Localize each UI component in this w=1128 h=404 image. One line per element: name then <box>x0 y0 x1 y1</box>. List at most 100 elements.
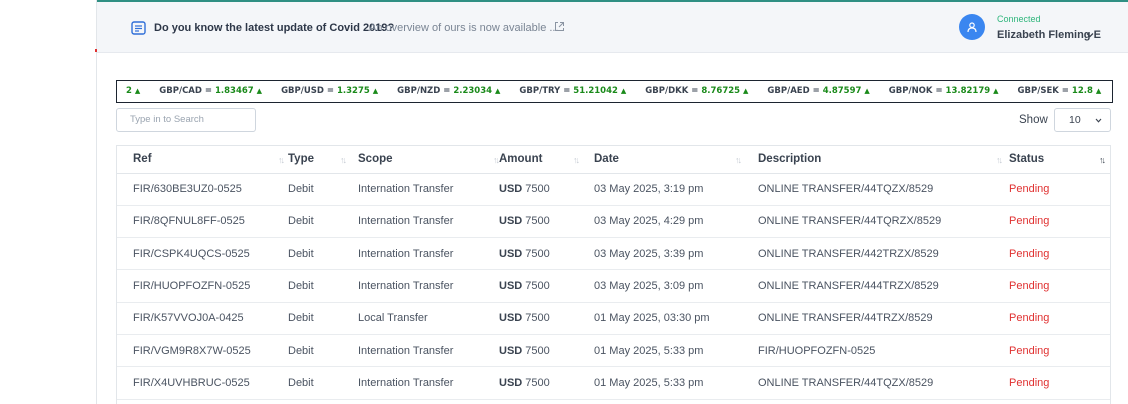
status-badge: Pending <box>1005 205 1110 239</box>
column-header-date[interactable]: Date ↑↓ <box>590 146 754 174</box>
ticker-value: 13.82179 <box>945 86 991 96</box>
table-row[interactable]: FIR/630BE3UZ0-0525 Debit Internation Trans… <box>117 173 1110 206</box>
cell-ref: FIR/8QFNUL8FF-0525 <box>117 205 284 239</box>
connection-status: Connected <box>997 14 1041 24</box>
status-badge: Pending <box>1005 173 1110 206</box>
table-row[interactable]: FIR/HUOPFOZFN-0525 Debit Internation Trans… <box>117 269 1110 303</box>
ticker-pair: GBP/USD = <box>281 86 337 96</box>
cell-description: ONLINE TRANSFER/44TRZX/8529 <box>754 302 1005 335</box>
page-size-select[interactable]: 10 <box>1054 108 1111 132</box>
ticker-item: GBP/CAD = 1.83467 ▲ <box>159 81 262 102</box>
amount-value: 7500 <box>525 280 550 293</box>
ticker-value: 1.83467 <box>214 86 254 96</box>
chevron-down-icon[interactable] <box>1086 32 1094 38</box>
ticker-item: GBP/TRY = 51.21042 ▲ <box>519 81 626 102</box>
cell-type: Debit <box>284 269 354 303</box>
ticker-pair: GBP/TRY = <box>519 86 574 96</box>
sort-icon[interactable]: ↑↓ <box>340 155 350 166</box>
cell-ref: FIR/630BE3UZ0-0525 <box>117 173 284 206</box>
cell-date: 03 May 2025, 3:09 pm <box>590 269 754 303</box>
column-header-label: Date <box>594 153 619 166</box>
sort-icon[interactable]: ↑↓ <box>735 155 745 166</box>
status-badge: Pending <box>1005 269 1110 303</box>
cell-scope: Local Transfer <box>354 302 495 335</box>
cell-description: ONLINE TRANSFER/44TQZX/8529 <box>754 173 1005 206</box>
cell-scope: Internation Transfer <box>354 237 495 271</box>
currency-code: USD <box>499 376 523 389</box>
cell-amount: USD 7500 <box>495 237 590 271</box>
external-link-icon[interactable] <box>554 21 565 32</box>
currency-code: USD <box>499 215 523 228</box>
arrow-up-icon: ▲ <box>372 87 379 95</box>
cell-type: Debit <box>284 173 354 206</box>
cell-scope: Internation Transfer <box>354 366 495 400</box>
table-row[interactable]: FIR/X4UVHBRUC-0525 Debit Internation Trans… <box>117 366 1110 400</box>
cell-amount: USD 7500 <box>495 302 590 335</box>
cell-date: 01 May 2025, 03:30 pm <box>590 302 754 335</box>
cell-type: Debit <box>284 366 354 400</box>
ticker-pair: GBP/SEK = <box>1017 86 1072 96</box>
search-input[interactable]: Type in to Search <box>116 108 256 132</box>
currency-code: USD <box>499 247 523 260</box>
amount-value: 7500 <box>525 376 550 389</box>
amount-value: 7500 <box>525 344 550 357</box>
ticker-pair: GBP/CAD = <box>159 86 215 96</box>
cell-ref: FIR/HUOPFOZFN-0525 <box>117 269 284 303</box>
transactions-table: Ref ↑↓ Type ↑↓ Scope ↑↓ Amount ↑↓ Date ↑↓ Descript… <box>116 145 1111 404</box>
arrow-up-icon: ▲ <box>495 87 501 95</box>
sort-icon[interactable]: ↑↓ <box>573 155 583 166</box>
sort-icon[interactable]: ↑↓ <box>1099 155 1109 166</box>
column-header-label: Scope <box>358 153 393 166</box>
column-header-type[interactable]: Type ↑↓ <box>284 146 354 174</box>
news-icon <box>131 21 146 35</box>
cell-description: ONLINE TRANSFER/44TQRZX/8529 <box>754 205 1005 239</box>
cell-type: Debit <box>284 237 354 271</box>
ticker-item: 2 ▲ <box>126 81 140 102</box>
table-row[interactable]: FIR/VGM9R8X7W-0525 Debit Internation Trans… <box>117 334 1110 368</box>
cell-ref: FIR/VGM9R8X7W-0525 <box>117 334 284 368</box>
table-header-row: Ref ↑↓ Type ↑↓ Scope ↑↓ Amount ↑↓ Date ↑↓ Descript… <box>117 146 1110 174</box>
cell-type: Debit <box>284 334 354 368</box>
cell-amount: USD 7500 <box>495 366 590 400</box>
cell-description: ONLINE TRANSFER/442TRZX/8529 <box>754 237 1005 271</box>
ticker-value: 2 <box>126 86 132 96</box>
arrow-up-icon: ▲ <box>620 87 627 95</box>
table-row[interactable]: FIR/K57VVOJ0A-0425 Debit Local Transfer USD… <box>117 302 1110 335</box>
currency-code: USD <box>499 183 523 196</box>
column-header-status[interactable]: Status ↑↓ <box>1005 146 1110 174</box>
cell-date: 01 May 2025, 5:33 pm <box>590 334 754 368</box>
column-header-scope[interactable]: Scope ↑↓ <box>354 146 500 174</box>
cell-scope: Internation Transfer <box>354 334 495 368</box>
news-headline[interactable]: Do you know the latest update of Covid 2… <box>154 22 394 34</box>
ticker-item: GBP/DKK = 8.76725 ▲ <box>645 81 748 102</box>
cell-description: ONLINE TRANSFER/444TRZX/8529 <box>754 269 1005 303</box>
show-label: Show <box>1019 114 1048 126</box>
currency-code: USD <box>499 312 523 325</box>
column-header-label: Ref <box>133 153 152 166</box>
column-header-amount[interactable]: Amount ↑↓ <box>495 146 590 174</box>
cell-date: 03 May 2025, 3:39 pm <box>590 237 754 271</box>
amount-value: 7500 <box>525 215 550 228</box>
ticker-item: GBP/AED = 4.87597 ▲ <box>767 81 869 102</box>
ticker-pair: GBP/NOK = <box>888 86 946 96</box>
ticker-item: GBP/USD = 1.3275 ▲ <box>281 81 378 102</box>
ticker-item: GBP/SEK = 12.8 ▲ <box>1018 81 1102 102</box>
table-row[interactable]: FIR/CSPK4UQCS-0525 Debit Internation Trans… <box>117 237 1110 271</box>
column-header-description[interactable]: Description ↑↓ <box>754 146 1005 174</box>
cell-ref: FIR/CSPK4UQCS-0525 <box>117 237 284 271</box>
ticker-value: 1.3275 <box>336 86 370 96</box>
cell-scope: Internation Transfer <box>354 173 495 206</box>
cell-date: 03 May 2025, 3:19 pm <box>590 173 754 206</box>
table-row[interactable]: FIR/8QFNUL8FF-0525 Debit Internation Trans… <box>117 205 1110 239</box>
amount-value: 7500 <box>525 183 550 196</box>
cell-amount: USD 7500 <box>495 269 590 303</box>
page-size-value: 10 <box>1069 114 1081 126</box>
cell-ref: FIR/X4UVHBRUC-0525 <box>117 366 284 400</box>
news-summary[interactable]: An overview of ours is now available ... <box>369 22 559 34</box>
arrow-up-icon: ▲ <box>256 87 263 95</box>
avatar[interactable] <box>959 14 985 40</box>
cell-scope: Internation Transfer <box>354 205 495 239</box>
amount-value: 7500 <box>525 247 550 260</box>
ticker-value: 8.76725 <box>701 86 741 96</box>
column-header-ref[interactable]: Ref ↑↓ <box>117 146 285 174</box>
